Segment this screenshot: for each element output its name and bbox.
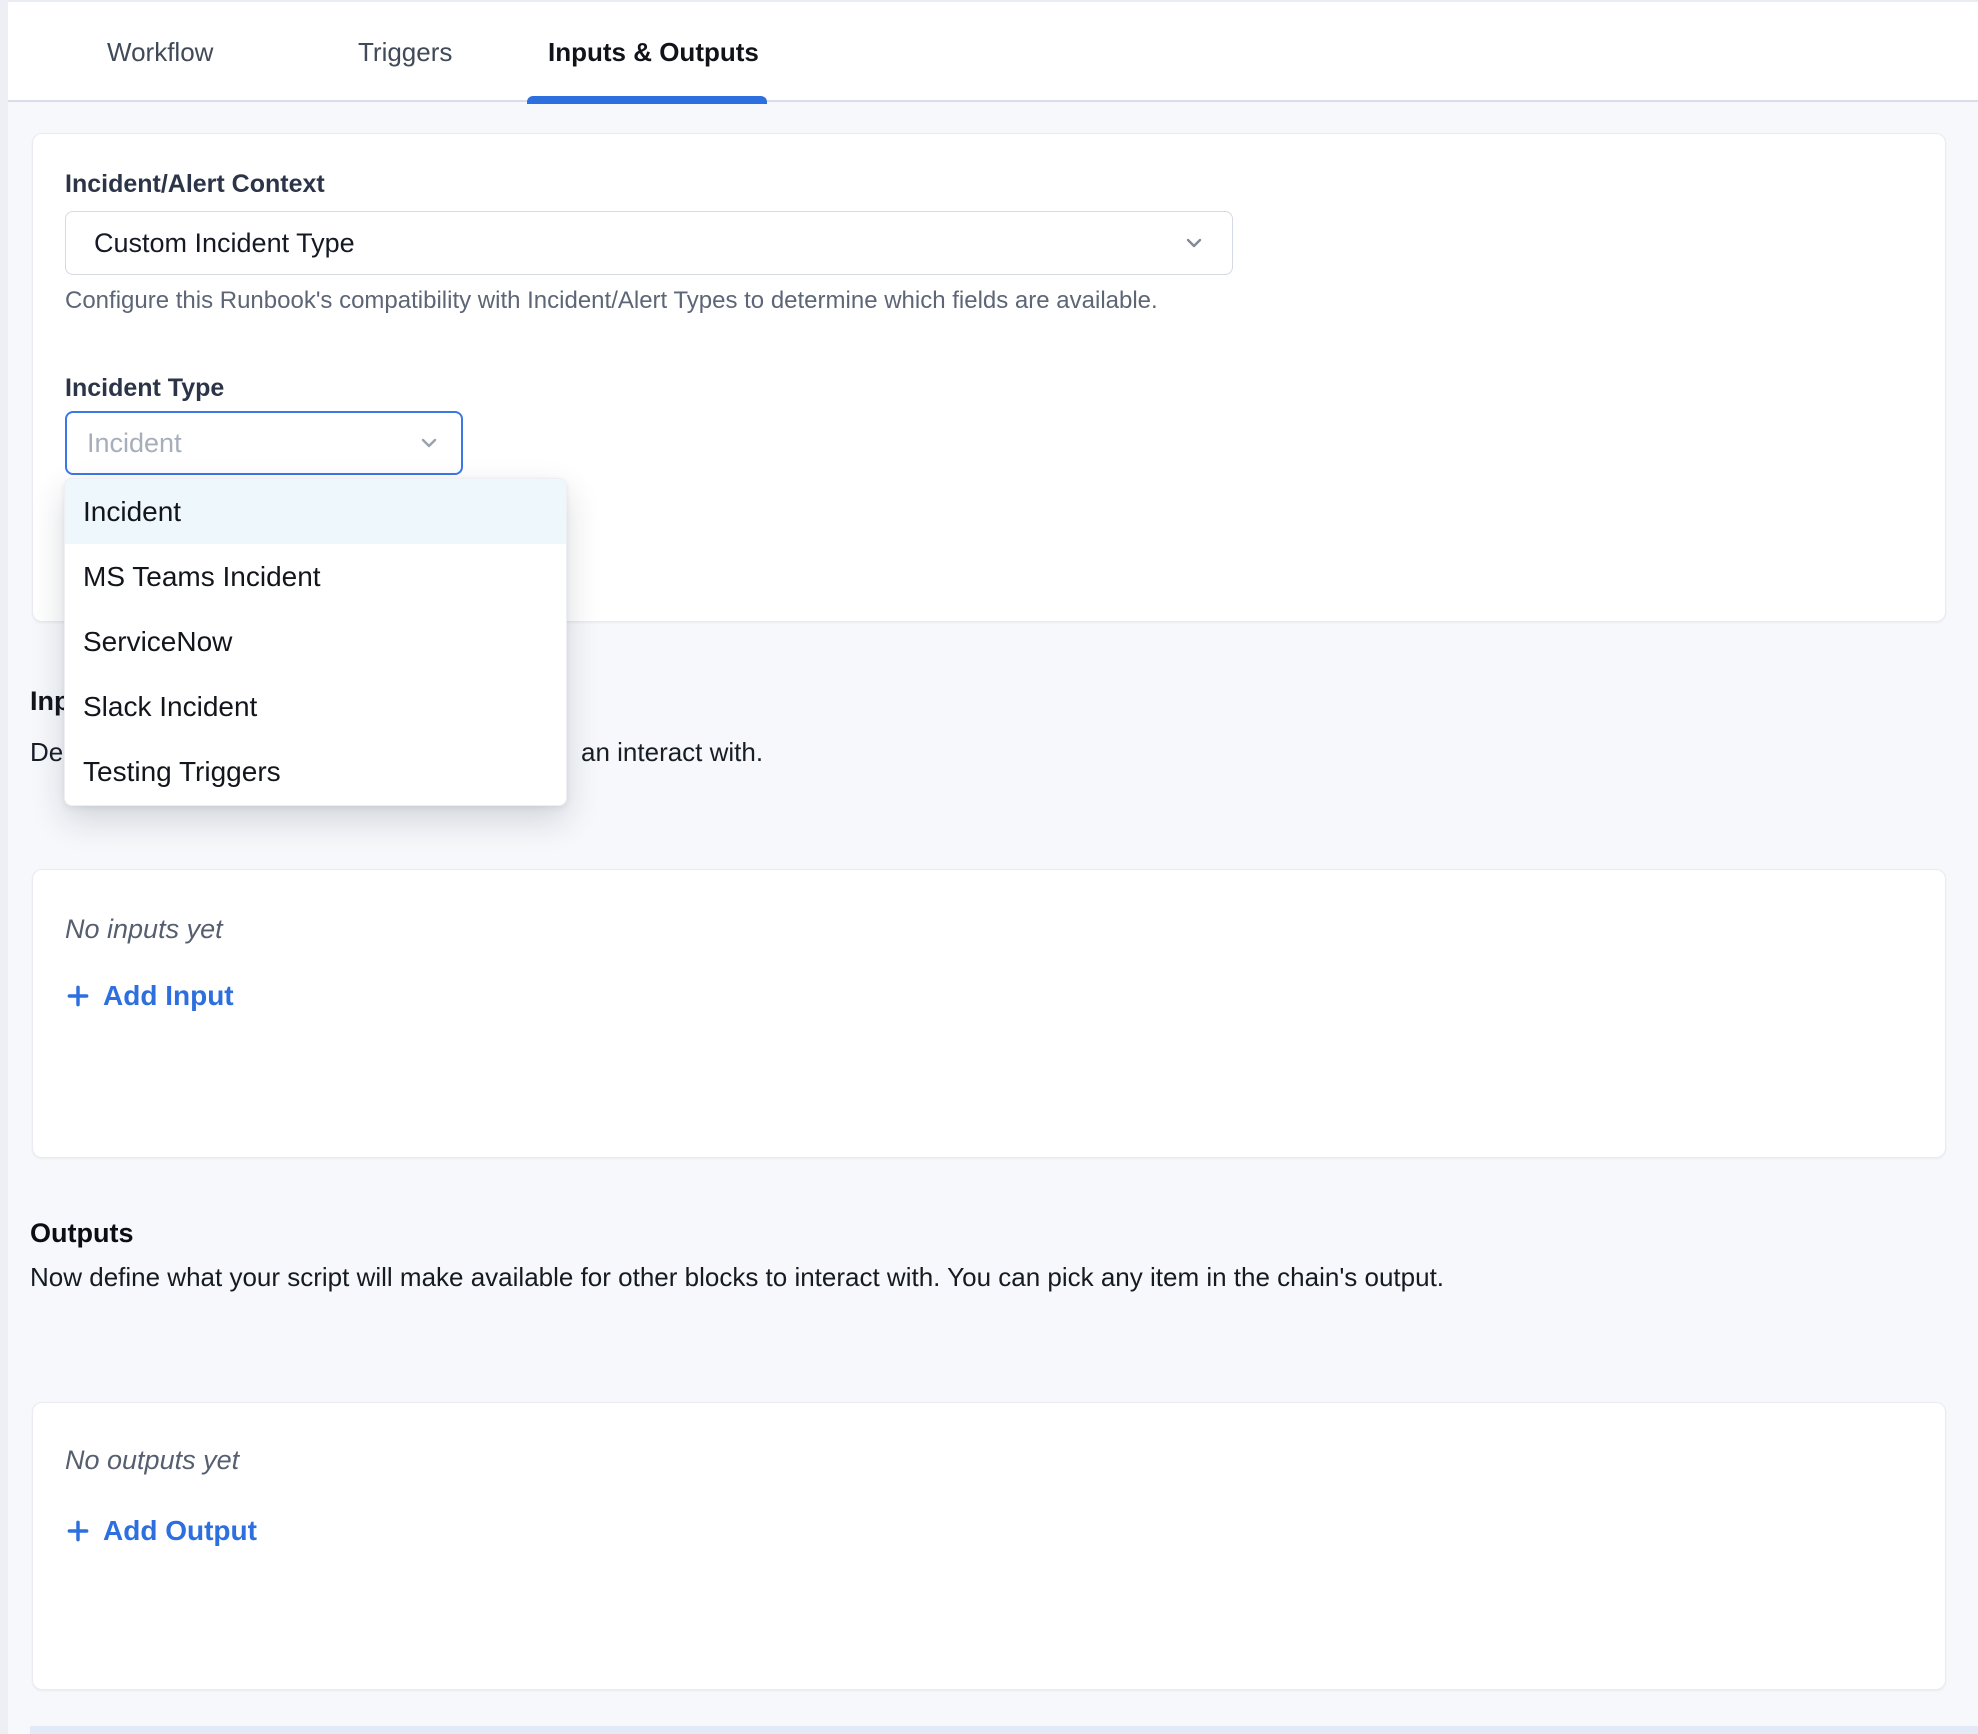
dropdown-option-testing-triggers[interactable]: Testing Triggers xyxy=(65,740,566,805)
chevron-down-icon xyxy=(1182,231,1206,255)
bottom-panel-edge xyxy=(30,1726,1978,1734)
window-left-edge xyxy=(0,0,8,1734)
no-inputs-text: No inputs yet xyxy=(65,914,223,945)
add-output-label: Add Output xyxy=(103,1515,257,1547)
plus-icon xyxy=(65,983,91,1009)
plus-icon xyxy=(65,1518,91,1544)
outputs-heading: Outputs xyxy=(30,1218,133,1249)
active-tab-underline xyxy=(527,96,767,104)
incident-type-dropdown-menu: Incident MS Teams Incident ServiceNow Sl… xyxy=(64,478,567,806)
incident-type-label: Incident Type xyxy=(65,374,224,403)
tab-workflow[interactable]: Workflow xyxy=(107,2,213,102)
inputs-description-fragment-right: an interact with. xyxy=(581,737,763,768)
inputs-outputs-page: Workflow Triggers Inputs & Outputs Incid… xyxy=(0,0,1978,1734)
no-outputs-text: No outputs yet xyxy=(65,1445,239,1476)
tab-triggers[interactable]: Triggers xyxy=(358,2,452,102)
inputs-description-fragment-left: De xyxy=(30,737,63,768)
incident-type-select[interactable]: Incident xyxy=(65,411,463,475)
incident-type-placeholder: Incident xyxy=(67,428,182,459)
outputs-description: Now define what your script will make av… xyxy=(30,1262,1444,1293)
chevron-down-icon xyxy=(417,431,441,455)
tab-inputs-outputs[interactable]: Inputs & Outputs xyxy=(548,2,759,102)
incident-alert-context-label: Incident/Alert Context xyxy=(65,170,325,199)
add-input-label: Add Input xyxy=(103,980,234,1012)
context-help-text: Configure this Runbook's compatibility w… xyxy=(65,287,1158,315)
inputs-card: No inputs yet Add Input xyxy=(32,869,1946,1158)
outputs-card: No outputs yet Add Output xyxy=(32,1402,1946,1690)
incident-alert-context-value: Custom Incident Type xyxy=(66,228,355,259)
dropdown-option-incident[interactable]: Incident xyxy=(65,479,566,544)
dropdown-option-slack-incident[interactable]: Slack Incident xyxy=(65,675,566,740)
dropdown-option-ms-teams-incident[interactable]: MS Teams Incident xyxy=(65,544,566,609)
incident-alert-context-select[interactable]: Custom Incident Type xyxy=(65,211,1233,275)
tab-bar: Workflow Triggers Inputs & Outputs xyxy=(8,0,1978,102)
add-input-button[interactable]: Add Input xyxy=(65,980,234,1012)
add-output-button[interactable]: Add Output xyxy=(65,1515,257,1547)
dropdown-option-servicenow[interactable]: ServiceNow xyxy=(65,609,566,674)
